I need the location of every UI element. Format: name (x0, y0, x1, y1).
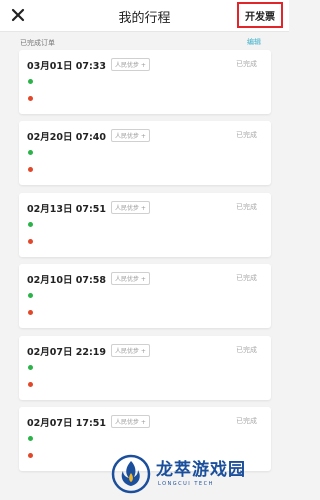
trip-time: 02月10日 07:58 (27, 275, 106, 286)
end-point-dot (28, 167, 33, 172)
invoice-button[interactable]: 开发票 (237, 2, 283, 28)
start-point-dot (28, 222, 33, 227)
end-point-dot (28, 239, 33, 244)
edit-link[interactable]: 编辑 (247, 37, 261, 47)
trip-time: 02月07日 22:19 (27, 347, 106, 358)
end-point-dot (28, 382, 33, 387)
trip-card[interactable]: 02月07日 22:19 人民优步 + 已完成 (19, 336, 271, 400)
service-tag: 人民优步 + (111, 272, 150, 285)
trip-card[interactable]: 02月13日 07:51 人民优步 + 已完成 (19, 193, 271, 257)
start-point-dot (28, 436, 33, 441)
service-tag: 人民优步 + (111, 201, 150, 214)
trip-status: 已完成 (236, 274, 257, 282)
service-tag: 人民优步 + (111, 129, 150, 142)
trip-status: 已完成 (236, 203, 257, 211)
end-point-dot (28, 310, 33, 315)
end-point-dot (28, 96, 33, 101)
trip-time: 03月01日 07:33 (27, 61, 106, 72)
trip-status: 已完成 (236, 417, 257, 425)
trip-card[interactable]: 03月01日 07:33 人民优步 + 已完成 (19, 50, 271, 114)
trip-status: 已完成 (236, 60, 257, 68)
trip-card[interactable]: 02月10日 07:58 人民优步 + 已完成 (19, 264, 271, 328)
trip-status: 已完成 (236, 346, 257, 354)
trip-status: 已完成 (236, 131, 257, 139)
start-point-dot (28, 365, 33, 370)
service-tag: 人民优步 + (111, 415, 150, 428)
start-point-dot (28, 150, 33, 155)
end-point-dot (28, 453, 33, 458)
start-point-dot (28, 79, 33, 84)
service-tag: 人民优步 + (111, 58, 150, 71)
trip-time: 02月07日 17:51 (27, 418, 106, 429)
top-bar: 我的行程 开发票 (0, 0, 289, 32)
trip-time: 02月20日 07:40 (27, 132, 106, 143)
flame-logo-icon (111, 454, 151, 494)
watermark-sub: LONGCUI TECH (158, 481, 214, 487)
watermark-name: 龙萃游戏园 (156, 460, 246, 480)
start-point-dot (28, 293, 33, 298)
trip-time: 02月13日 07:51 (27, 204, 106, 215)
section-label: 已完成订单 (20, 39, 55, 47)
trip-card[interactable]: 02月20日 07:40 人民优步 + 已完成 (19, 121, 271, 185)
service-tag: 人民优步 + (111, 344, 150, 357)
watermark: 龙萃游戏园 LONGCUI TECH (110, 452, 285, 496)
